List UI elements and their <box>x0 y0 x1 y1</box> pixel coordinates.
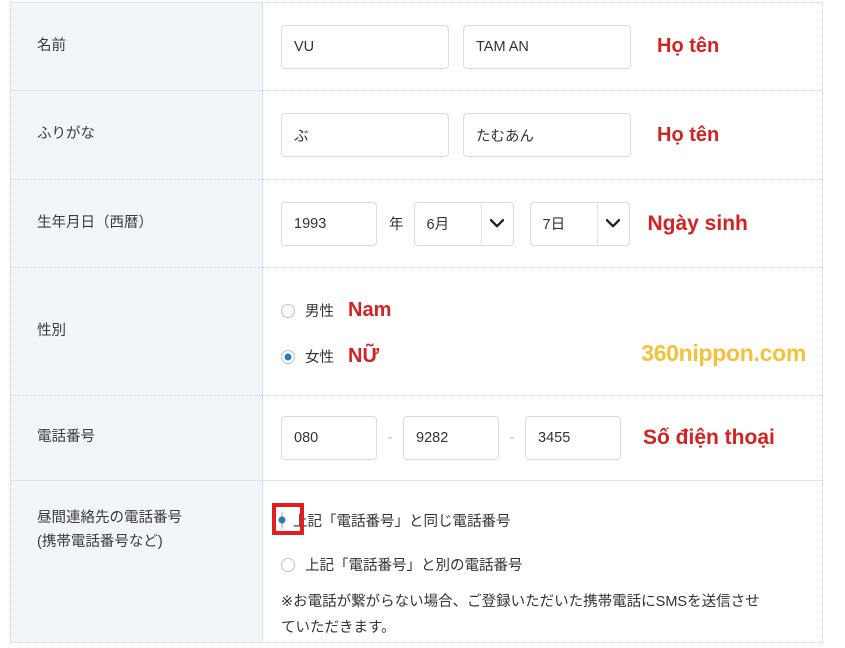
row-label-furigana: ふりがな <box>11 91 263 179</box>
annotation-gender-female: NỮ <box>348 345 380 367</box>
birth-month-select[interactable]: 6月 <box>413 201 514 246</box>
row-label-birthdate: 生年月日（西暦） <box>11 180 263 267</box>
given-name-kana-input[interactable] <box>463 113 631 157</box>
row-label-name: 名前 <box>11 3 263 90</box>
annotation-gender-male: Nam <box>348 299 392 321</box>
table-row-furigana: ふりがな Họ tên <box>11 91 822 180</box>
table-row-gender: 性別 男性 Nam 女性 NỮ 360nippon.com <box>11 268 822 396</box>
birth-month-value: 6月 <box>426 217 450 233</box>
birth-year-input[interactable] <box>281 201 377 246</box>
table-row-name: 名前 Họ tên <box>11 3 822 91</box>
label-text-telephone: 電話番号 <box>37 429 95 446</box>
radio-daytime-same[interactable] <box>281 510 283 530</box>
telephone-separator-1: - <box>387 430 393 446</box>
radio-female[interactable] <box>281 349 295 364</box>
radio-label-daytime-same: 上記「電話番号」と同じ電話番号 <box>293 514 511 531</box>
radio-male[interactable] <box>281 303 295 318</box>
telephone-part1-input[interactable] <box>281 416 377 460</box>
site-watermark: 360nippon.com <box>641 340 806 366</box>
daytime-note: ※お電話が繋がらない場合、ご登録いただいた携帯電話にSMSを送信させ ていただき… <box>281 590 822 642</box>
gender-option-male[interactable]: 男性 Nam <box>281 291 822 331</box>
label-text-name: 名前 <box>37 37 66 54</box>
row-value-daytime-contact: 上記「電話番号」と同じ電話番号 上記「電話番号」と別の電話番号 ※お電話が繋がら… <box>263 481 822 642</box>
daytime-option-other[interactable]: 上記「電話番号」と別の電話番号 <box>281 545 822 585</box>
label-text-furigana: ふりがな <box>37 126 95 143</box>
row-value-gender: 男性 Nam 女性 NỮ 360nippon.com <box>263 268 822 395</box>
name-field-group: Họ tên <box>281 24 822 69</box>
annotation-furigana: Họ tên <box>657 123 720 146</box>
furigana-field-group: Họ tên <box>281 113 822 157</box>
table-row-birthdate: 生年月日（西暦） 年 6月 7日 <box>11 180 822 268</box>
radio-same-wrapper <box>272 502 304 535</box>
label-text-birthdate: 生年月日（西暦） <box>37 214 153 231</box>
row-label-telephone: 電話番号 <box>11 396 263 480</box>
label-text-daytime-contact: 昼間連絡先の電話番号 (携帯電話番号など) <box>37 507 182 555</box>
table-row-daytime-contact: 昼間連絡先の電話番号 (携帯電話番号など) 上記「電話番号」と同じ電話番号 上記… <box>11 481 822 643</box>
daytime-note-line1: ※お電話が繋がらない場合、ご登録いただいた携帯電話にSMSを送信させ <box>281 594 760 611</box>
telephone-separator-2: - <box>509 430 515 446</box>
chevron-down-icon <box>480 202 513 245</box>
birth-year-unit: 年 <box>389 217 404 233</box>
annotation-birthdate: Ngày sinh <box>647 211 748 235</box>
row-value-furigana: Họ tên <box>263 91 822 179</box>
family-name-input[interactable] <box>281 24 449 69</box>
telephone-part2-input[interactable] <box>403 416 499 460</box>
family-name-kana-input[interactable] <box>281 113 449 157</box>
radio-label-male: 男性 <box>305 304 334 320</box>
telephone-field-group: - - Số điện thoại <box>281 416 822 460</box>
registration-form-table: 名前 Họ tên ふりがな Họ tên 生年月日（西暦） <box>10 2 823 643</box>
radio-label-female: 女性 <box>305 350 334 366</box>
radio-label-daytime-other: 上記「電話番号」と別の電話番号 <box>305 558 523 575</box>
birth-day-select[interactable]: 7日 <box>529 201 630 246</box>
annotation-telephone: Số điện thoại <box>643 426 775 449</box>
row-label-gender: 性別 <box>11 268 263 395</box>
row-value-telephone: - - Số điện thoại <box>263 396 822 480</box>
table-row-telephone: 電話番号 - - Số điện thoại <box>11 396 822 481</box>
daytime-option-same[interactable]: 上記「電話番号」と同じ電話番号 <box>272 501 822 541</box>
label-text-daytime-line1: 昼間連絡先の電話番号 <box>37 510 182 526</box>
row-value-name: Họ tên <box>263 3 822 90</box>
row-label-daytime-contact: 昼間連絡先の電話番号 (携帯電話番号など) <box>11 481 263 642</box>
chevron-down-icon <box>596 202 629 245</box>
annotation-name: Họ tên <box>657 35 720 57</box>
birthdate-field-group: 年 6月 7日 <box>281 201 822 246</box>
label-text-gender: 性別 <box>37 322 66 339</box>
label-text-daytime-line2: (携帯電話番号など) <box>37 533 163 550</box>
birth-day-value: 7日 <box>542 217 566 233</box>
radio-daytime-other[interactable] <box>281 557 295 572</box>
daytime-note-line2: ていただきます。 <box>281 620 396 637</box>
telephone-part3-input[interactable] <box>525 416 621 460</box>
row-value-birthdate: 年 6月 7日 <box>263 180 822 267</box>
given-name-input[interactable] <box>463 24 631 69</box>
